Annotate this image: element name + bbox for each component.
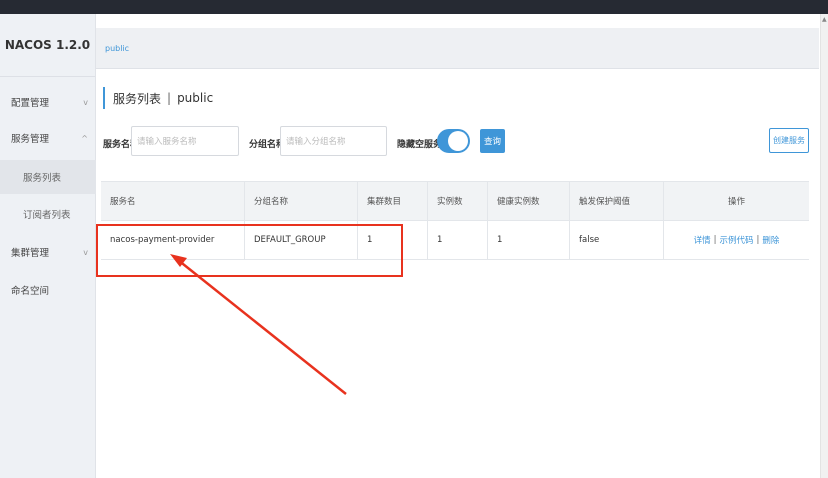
arrow-shaft	[177, 259, 347, 395]
annotation-arrow	[170, 254, 347, 395]
